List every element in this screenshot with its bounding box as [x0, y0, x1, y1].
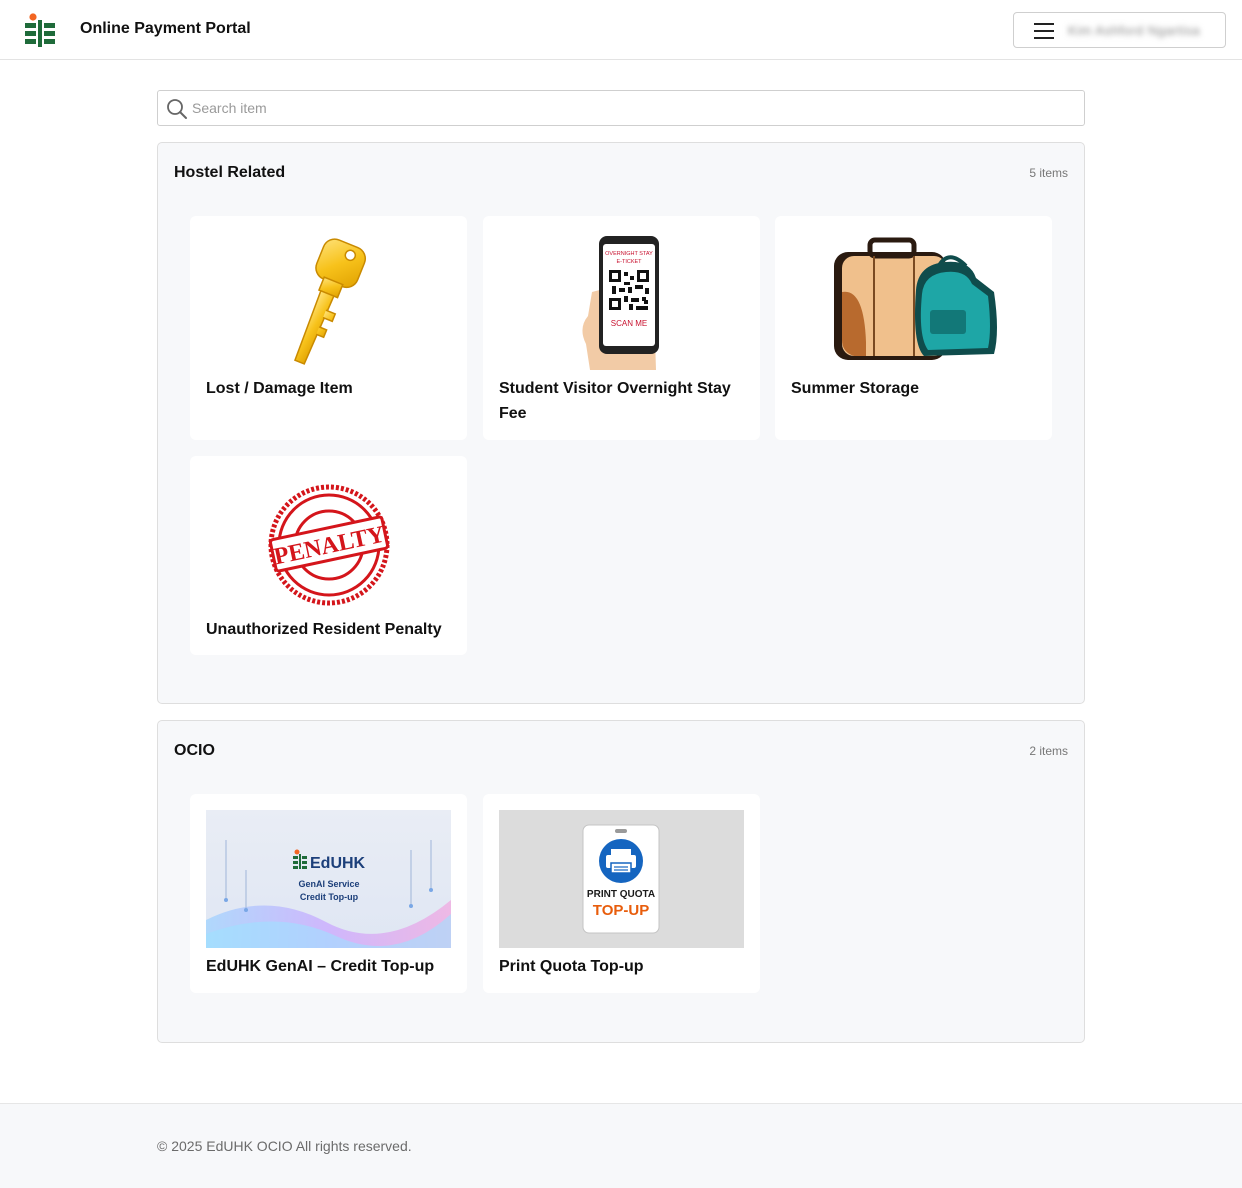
- section-title: Hostel Related: [174, 164, 286, 181]
- user-menu-button[interactable]: Kim Ashford Ngartisa: [1013, 12, 1226, 48]
- search-bar: [157, 90, 1085, 126]
- ticket-text-eticket: E-TICKET: [616, 259, 642, 265]
- card-title: Lost / Damage Item: [206, 380, 353, 397]
- hamburger-menu-icon: [1034, 23, 1054, 39]
- footer: © 2025 EdUHK OCIO All rights reserved.: [0, 1103, 1242, 1188]
- item-card-print-quota-topup[interactable]: PRINT QUOTA TOP-UP Print Quota Top-up: [483, 794, 760, 993]
- section-title: OCIO: [174, 742, 215, 759]
- print-quota-icon: PRINT QUOTA TOP-UP: [499, 810, 744, 948]
- card-title: Summer Storage: [791, 380, 920, 397]
- key-icon: [293, 238, 366, 365]
- user-name: Kim Ashford Ngartisa: [1068, 23, 1201, 38]
- banner-line2: Credit Top-up: [300, 892, 359, 902]
- item-card-lost-damage[interactable]: Lost / Damage Item: [190, 216, 467, 440]
- section-hostel-related: Hostel Related 5 items Lost / Damage Ite…: [157, 142, 1085, 704]
- card-image: [791, 232, 1036, 370]
- penalty-stamp-icon: PENALTY: [268, 484, 389, 606]
- qr-ticket-phone-icon: OVERNIGHT STAY E-TICKET SCAN ME: [581, 236, 659, 370]
- app-title: Online Payment Portal: [80, 20, 251, 37]
- card-image: PRINT QUOTA TOP-UP: [499, 810, 744, 948]
- item-card-genai-credit-topup[interactable]: EdUHK GenAI Service Credit Top-up EdUHK …: [190, 794, 467, 993]
- card-title: EdUHK GenAI – Credit Top-up: [206, 958, 435, 975]
- card-image: [206, 232, 451, 370]
- card-title: Print Quota Top-up: [499, 958, 644, 975]
- section-item-count: 2 items: [1029, 744, 1068, 758]
- ticket-text-overnight: OVERNIGHT STAY: [605, 251, 653, 257]
- copyright-text: © 2025 EdUHK OCIO All rights reserved.: [157, 1138, 412, 1154]
- top-navigation-bar: Online Payment Portal Kim Ashford Ngarti…: [0, 0, 1242, 60]
- card-image: PENALTY: [206, 472, 451, 610]
- banner-brand: EdUHK: [310, 855, 366, 872]
- eduhk-logo-icon[interactable]: [24, 13, 56, 47]
- section-ocio: OCIO 2 items EdUHK GenAI Service Credit …: [157, 720, 1085, 1043]
- luggage-icon: [833, 237, 997, 360]
- ticket-text-scan: SCAN ME: [610, 319, 646, 328]
- card-title: Student Visitor Overnight Stay Fee: [499, 380, 731, 422]
- banner-line1: GenAI Service: [298, 879, 359, 889]
- search-input[interactable]: [192, 92, 1072, 124]
- search-icon: [167, 99, 187, 119]
- item-card-summer-storage[interactable]: Summer Storage: [775, 216, 1052, 440]
- card-image: EdUHK GenAI Service Credit Top-up: [206, 810, 451, 948]
- card-title: Unauthorized Resident Penalty: [206, 621, 442, 638]
- print-quota-label: PRINT QUOTA: [587, 889, 655, 900]
- card-image: OVERNIGHT STAY E-TICKET SCAN ME: [499, 232, 744, 370]
- genai-banner-icon: EdUHK GenAI Service Credit Top-up: [206, 810, 451, 948]
- topup-label: TOP-UP: [593, 902, 649, 919]
- item-card-visitor-overnight-fee[interactable]: OVERNIGHT STAY E-TICKET SCAN ME Student …: [483, 216, 760, 440]
- item-card-unauthorized-resident-penalty[interactable]: PENALTY Unauthorized Resident Penalty: [190, 456, 467, 655]
- section-item-count: 5 items: [1029, 166, 1068, 180]
